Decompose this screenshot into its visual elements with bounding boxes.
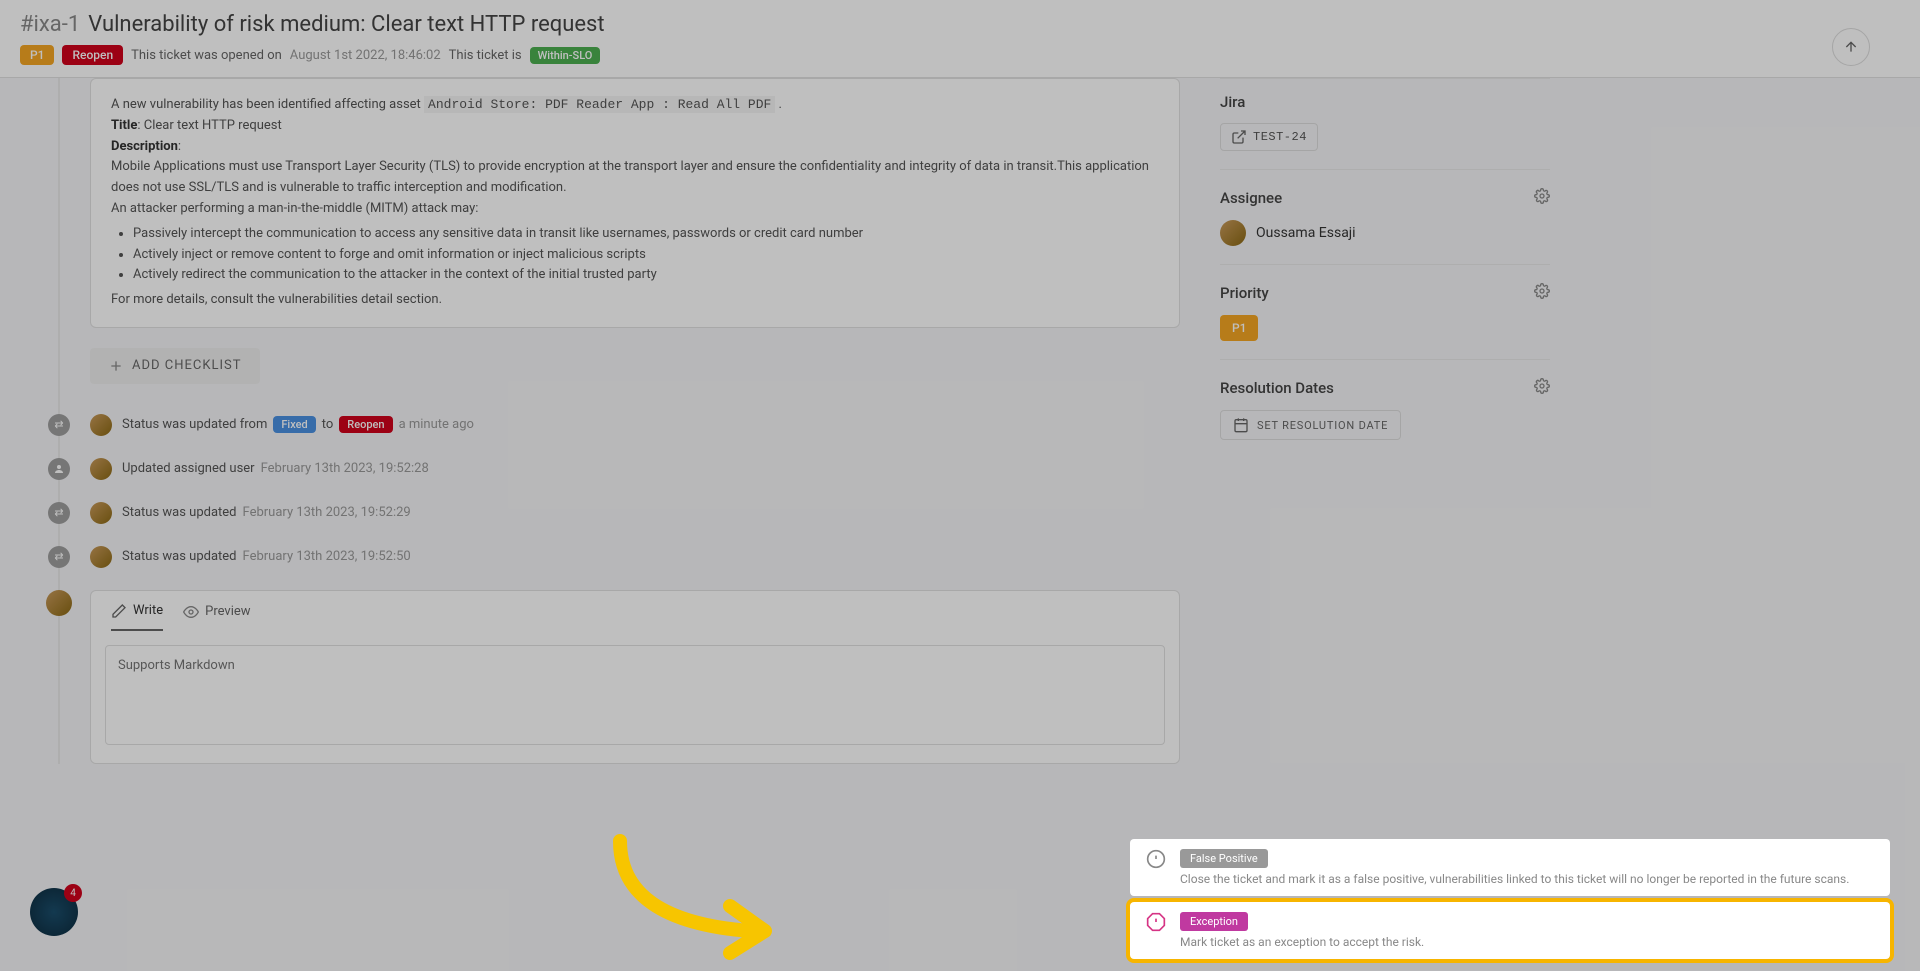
arrow-annotation-icon <box>600 831 800 961</box>
activity-row: ⇄ Status was updated February 13th 2023,… <box>60 546 1180 568</box>
opened-prefix: This ticket was opened on <box>131 48 282 63</box>
activity-text: Status was updated from <box>122 417 267 432</box>
status-to-badge: Reopen <box>339 416 392 433</box>
avatar <box>1220 220 1246 246</box>
avatar <box>90 546 112 568</box>
desc-label: Description <box>111 139 178 154</box>
activity-text: Updated assigned user <box>122 461 255 476</box>
plus-icon <box>108 358 124 374</box>
activity-time: a minute ago <box>399 417 474 432</box>
preview-tab-label: Preview <box>205 604 250 619</box>
desc-p2: An attacker performing a man-in-the-midd… <box>111 199 1159 220</box>
swap-icon: ⇄ <box>48 502 70 524</box>
set-date-label: SET RESOLUTION DATE <box>1257 419 1388 432</box>
priority-settings-button[interactable] <box>1534 283 1550 303</box>
activity-row: Updated assigned user February 13th 2023… <box>60 458 1180 480</box>
pencil-icon <box>111 603 127 619</box>
priority-value-badge: P1 <box>1220 315 1258 341</box>
help-fab[interactable]: 4 <box>30 888 78 936</box>
add-checklist-button[interactable]: ADD CHECKLIST <box>90 348 260 384</box>
gear-icon <box>1534 283 1550 299</box>
swap-icon: ⇄ <box>48 546 70 568</box>
exception-badge: Exception <box>1180 912 1248 931</box>
jira-link[interactable]: TEST-24 <box>1220 123 1318 151</box>
gear-icon <box>1534 378 1550 394</box>
write-tab[interactable]: Write <box>111 603 163 631</box>
status-from-badge: Fixed <box>273 416 315 433</box>
user-icon <box>48 458 70 480</box>
scroll-top-button[interactable] <box>1832 28 1870 66</box>
opened-time: August 1st 2022, 18:46:02 <box>290 48 441 63</box>
ticket-header: #ixa-1 Vulnerability of risk medium: Cle… <box>0 0 1920 78</box>
set-resolution-date-button[interactable]: SET RESOLUTION DATE <box>1220 410 1401 440</box>
avatar <box>90 458 112 480</box>
description-card: A new vulnerability has been identified … <box>90 78 1180 328</box>
desc-outro: For more details, consult the vulnerabil… <box>111 290 1159 311</box>
gear-icon <box>1534 188 1550 204</box>
alert-circle-icon <box>1146 849 1166 869</box>
avatar <box>90 414 112 436</box>
comment-textarea[interactable] <box>105 645 1165 745</box>
activity-time: February 13th 2023, 19:52:28 <box>261 461 429 476</box>
add-checklist-label: ADD CHECKLIST <box>132 358 242 373</box>
activity-text: Status was updated <box>122 505 237 520</box>
desc-bullet: Actively inject or remove content to for… <box>133 245 1159 266</box>
priority-section-title: Priority <box>1220 284 1269 302</box>
jira-ticket-id: TEST-24 <box>1253 130 1307 144</box>
ticket-id: #ixa-1 <box>20 12 80 37</box>
activity-to-word: to <box>322 417 334 432</box>
write-tab-label: Write <box>133 603 163 618</box>
avatar <box>90 502 112 524</box>
slo-badge: Within-SLO <box>530 47 601 64</box>
desc-asset: Android Store: PDF Reader App : Read All… <box>424 96 775 113</box>
desc-intro: A new vulnerability has been identified … <box>111 97 421 112</box>
action-menu: False Positive Close the ticket and mark… <box>1130 833 1890 959</box>
assignee-name: Oussama Essaji <box>1256 225 1356 241</box>
ticket-title: Vulnerability of risk medium: Clear text… <box>88 12 604 37</box>
activity-time: February 13th 2023, 19:52:50 <box>243 549 411 564</box>
calendar-icon <box>1233 417 1249 433</box>
avatar <box>46 590 72 616</box>
status-badge: Reopen <box>62 45 123 65</box>
exception-desc: Mark ticket as an exception to accept th… <box>1180 935 1874 949</box>
arrow-up-icon <box>1843 39 1859 55</box>
resolution-settings-button[interactable] <box>1534 378 1550 398</box>
activity-row: ⇄ Status was updated from Fixed to Reope… <box>60 414 1180 436</box>
activity-text: Status was updated <box>122 549 237 564</box>
alert-octagon-icon <box>1146 912 1166 932</box>
sidebar: Jira TEST-24 Assignee Oussama Essaji <box>1200 78 1580 784</box>
desc-title-value: : Clear text HTTP request <box>137 118 281 133</box>
jira-section-title: Jira <box>1220 93 1245 111</box>
activity-row: ⇄ Status was updated February 13th 2023,… <box>60 502 1180 524</box>
status-prefix: This ticket is <box>449 48 522 63</box>
fab-count-badge: 4 <box>64 884 82 902</box>
desc-bullet: Passively intercept the communication to… <box>133 224 1159 245</box>
external-link-icon <box>1231 129 1247 145</box>
preview-tab[interactable]: Preview <box>183 603 250 631</box>
exception-option[interactable]: Exception Mark ticket as an exception to… <box>1130 902 1890 959</box>
false-positive-desc: Close the ticket and mark it as a false … <box>1180 872 1874 886</box>
assignee-settings-button[interactable] <box>1534 188 1550 208</box>
activity-time: February 13th 2023, 19:52:29 <box>243 505 411 520</box>
swap-icon: ⇄ <box>48 414 70 436</box>
false-positive-option[interactable]: False Positive Close the ticket and mark… <box>1130 839 1890 896</box>
assignee-section-title: Assignee <box>1220 189 1282 207</box>
resolution-section-title: Resolution Dates <box>1220 379 1334 397</box>
eye-icon <box>183 604 199 620</box>
desc-p1: Mobile Applications must use Transport L… <box>111 157 1159 199</box>
compose-card: Write Preview <box>90 590 1180 764</box>
desc-bullet: Actively redirect the communication to t… <box>133 265 1159 286</box>
false-positive-badge: False Positive <box>1180 849 1268 868</box>
desc-title-label: Title <box>111 118 137 133</box>
priority-badge: P1 <box>20 45 54 65</box>
